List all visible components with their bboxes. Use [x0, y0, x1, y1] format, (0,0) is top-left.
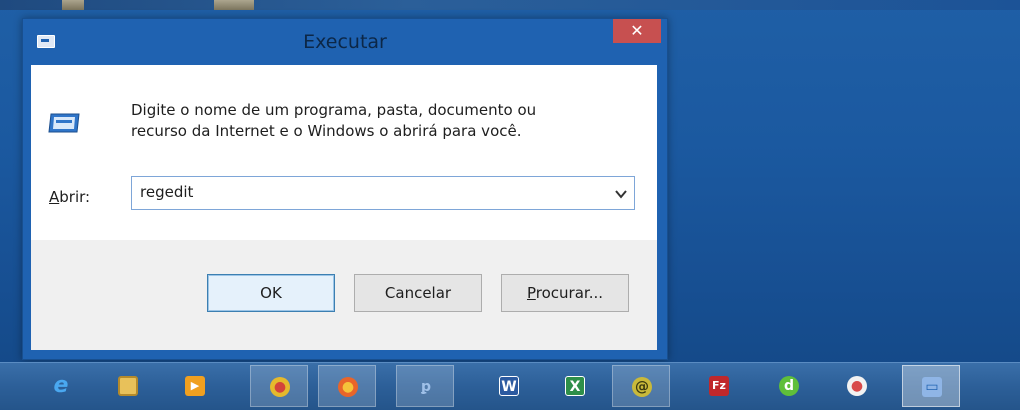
browse-access-key: P	[526, 284, 536, 302]
description-text: Digite o nome de um programa, pasta, doc…	[131, 101, 537, 140]
taskbar-word[interactable]: W	[480, 365, 538, 407]
dialog-content-panel: Digite o nome de um programa, pasta, doc…	[31, 65, 657, 240]
title-bar[interactable]: Executar ✕	[23, 19, 667, 65]
taskbar-file-explorer[interactable]	[99, 365, 157, 407]
taskbar-run[interactable]: ▭	[902, 365, 960, 407]
media-player-icon: ▶	[185, 376, 205, 396]
app-icon-2: ●	[847, 376, 867, 396]
taskbar-app[interactable]: @	[612, 365, 670, 407]
taskbar-excel[interactable]: X	[546, 365, 604, 407]
window-title: Executar	[303, 31, 387, 53]
desktop-icon-peek[interactable]	[214, 0, 254, 10]
browse-button[interactable]: Procurar...	[501, 274, 629, 312]
desktop-top-edge	[0, 0, 1020, 10]
close-button[interactable]: ✕	[613, 19, 661, 43]
taskbar-python[interactable]: ꝑ	[396, 365, 454, 407]
taskbar-firefox[interactable]: ●	[318, 365, 376, 407]
dreamweaver-icon: d	[779, 376, 799, 396]
python-icon: ꝑ	[420, 379, 432, 395]
run-icon: ▭	[922, 377, 942, 397]
dialog-client-area: Digite o nome de um programa, pasta, doc…	[31, 65, 657, 350]
taskbar-filezilla[interactable]: Fz	[690, 365, 748, 407]
open-combobox[interactable]: regedit	[131, 176, 635, 210]
taskbar: e ▶ ● ● ꝑ W X @ Fz d ● ▭	[0, 362, 1020, 410]
run-dialog: Executar ✕ Digite o nome de um programa,…	[22, 18, 668, 360]
taskbar-media-player[interactable]: ▶	[166, 365, 224, 407]
internet-explorer-icon: e	[53, 373, 69, 398]
cancel-button[interactable]: Cancelar	[354, 274, 482, 312]
excel-icon: X	[565, 376, 585, 396]
open-input[interactable]: regedit	[140, 183, 193, 201]
ok-button[interactable]: OK	[207, 274, 335, 312]
file-explorer-icon	[118, 376, 138, 396]
desktop-icon-peek[interactable]	[62, 0, 84, 10]
taskbar-internet-explorer[interactable]: e	[32, 365, 90, 407]
open-label-text: brir:	[59, 188, 91, 206]
word-icon: W	[499, 376, 519, 396]
firefox-icon: ●	[338, 377, 358, 397]
run-icon	[47, 112, 81, 134]
browse-label: rocurar...	[535, 284, 604, 302]
app-icon: @	[632, 377, 652, 397]
desktop: Executar ✕ Digite o nome de um programa,…	[0, 0, 1020, 410]
chrome-icon: ●	[270, 377, 290, 397]
open-label: Abrir:	[49, 188, 90, 206]
chevron-down-icon[interactable]	[614, 186, 628, 200]
taskbar-dreamweaver[interactable]: d	[760, 365, 818, 407]
taskbar-chrome[interactable]: ●	[250, 365, 308, 407]
open-label-access-key: A	[49, 188, 60, 206]
filezilla-icon: Fz	[709, 376, 729, 396]
taskbar-app-2[interactable]: ●	[828, 365, 886, 407]
